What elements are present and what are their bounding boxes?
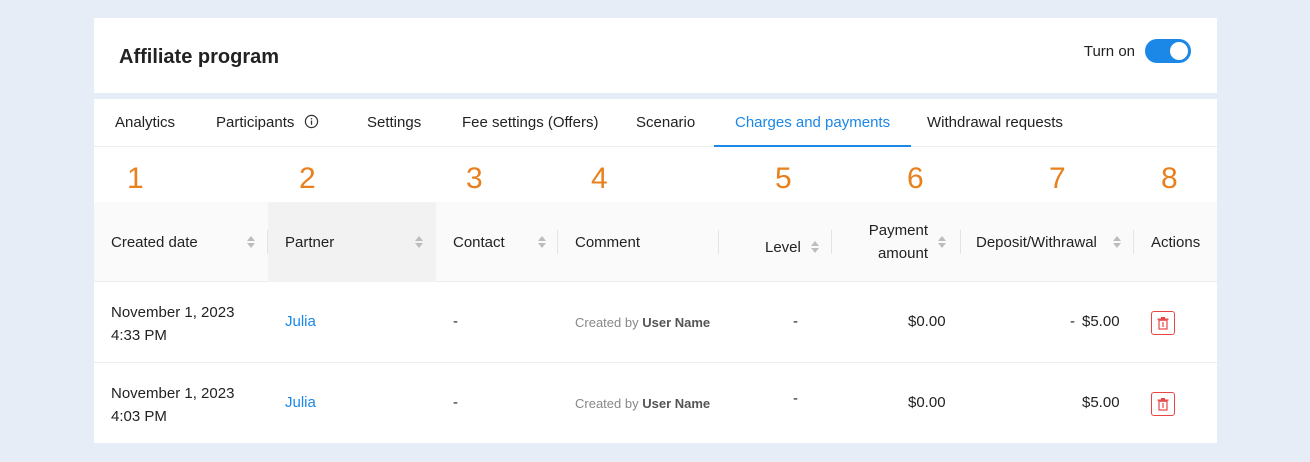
- tab-bar: Analytics Participants Settings Fee sett…: [94, 99, 1217, 147]
- column-partner-label: Partner: [285, 233, 335, 251]
- cell-payment-amount: $0.00: [908, 394, 946, 411]
- column-number-6: 6: [907, 162, 924, 195]
- tab-analytics[interactable]: Analytics: [94, 99, 196, 147]
- sort-contact-icon[interactable]: [538, 236, 546, 248]
- tab-withdrawal-requests[interactable]: Withdrawal requests: [906, 99, 1084, 147]
- toggle-knob: [1170, 42, 1188, 60]
- comment-prefix: Created by: [575, 396, 639, 411]
- table-header: Created date Partner Contact Comment Lev…: [94, 202, 1217, 282]
- column-contact[interactable]: Contact: [453, 202, 505, 282]
- sort-deposit-icon[interactable]: [1113, 236, 1121, 248]
- program-toggle[interactable]: [1145, 39, 1191, 63]
- tab-participants[interactable]: Participants: [195, 99, 340, 147]
- date-text: November 1, 2023: [111, 385, 235, 402]
- column-level-label: Level: [765, 238, 801, 256]
- column-number-2: 2: [299, 162, 316, 195]
- column-number-7: 7: [1049, 162, 1066, 195]
- comment-user: User Name: [642, 315, 711, 330]
- cell-contact: -: [453, 313, 458, 330]
- comment-prefix: Created by: [575, 315, 639, 330]
- tab-scenario[interactable]: Scenario: [615, 99, 716, 147]
- column-deposit-label: Deposit/Withrawal: [976, 233, 1097, 251]
- cell-payment-amount: $0.00: [908, 313, 946, 330]
- sort-partner-icon[interactable]: [415, 236, 423, 248]
- column-actions-label: Actions: [1151, 233, 1201, 251]
- cell-deposit-withdrawal: $5.00: [1082, 313, 1120, 330]
- column-actions: Actions: [1151, 202, 1200, 282]
- table-row: November 1, 2023 4:33 PM Julia - Created…: [94, 283, 1217, 363]
- cell-level: -: [793, 313, 798, 330]
- cell-deposit-withdrawal: $5.00: [1082, 394, 1120, 411]
- comment-user: User Name: [642, 396, 711, 411]
- sort-payment-icon[interactable]: [938, 236, 946, 248]
- cell-comment: Created by User Name: [575, 315, 710, 330]
- column-partner[interactable]: Partner: [268, 202, 436, 282]
- partner-link[interactable]: Julia: [285, 313, 316, 330]
- column-number-4: 4: [591, 162, 608, 195]
- column-payment-label-2: amount: [877, 245, 928, 262]
- partner-link[interactable]: Julia: [285, 394, 316, 411]
- tab-settings[interactable]: Settings: [346, 99, 442, 147]
- column-number-5: 5: [775, 162, 792, 195]
- cell-deposit-sign: -: [1070, 313, 1075, 330]
- column-comment-label: Comment: [575, 233, 641, 251]
- column-created-date[interactable]: Created date: [111, 202, 198, 282]
- cell-contact: -: [453, 394, 458, 411]
- header-card: Affiliate program Turn on: [94, 18, 1217, 93]
- toggle-label: Turn on: [1083, 42, 1135, 60]
- column-level[interactable]: Level: [765, 207, 801, 287]
- program-toggle-group: Turn on: [1084, 39, 1191, 63]
- date-text: November 1, 2023: [111, 304, 235, 321]
- page-title: Affiliate program: [119, 46, 280, 68]
- time-text: 4:03 PM: [111, 408, 167, 425]
- trash-icon: [1157, 398, 1169, 411]
- main-card: Analytics Participants Settings Fee sett…: [94, 99, 1217, 443]
- trash-icon: [1157, 317, 1169, 330]
- cell-comment: Created by User Name: [575, 396, 710, 411]
- time-text: 4:33 PM: [111, 327, 167, 344]
- sort-created-icon[interactable]: [247, 236, 255, 248]
- tab-fee-settings[interactable]: Fee settings (Offers): [441, 99, 619, 147]
- column-comment: Comment: [575, 202, 640, 282]
- sort-level-icon[interactable]: [811, 241, 819, 253]
- cell-created-date: November 1, 2023 4:33 PM: [111, 301, 234, 347]
- column-number-8: 8: [1161, 162, 1178, 195]
- column-contact-label: Contact: [453, 233, 505, 251]
- delete-button[interactable]: [1151, 392, 1175, 416]
- cell-level: -: [793, 390, 798, 407]
- table-row: November 1, 2023 4:03 PM Julia - Created…: [94, 364, 1217, 444]
- column-deposit-withdrawal[interactable]: Deposit/Withrawal: [976, 202, 1097, 282]
- column-payment-label-1: Payment: [868, 222, 928, 239]
- tab-charges-and-payments[interactable]: Charges and payments: [714, 99, 912, 147]
- column-number-1: 1: [127, 162, 144, 195]
- info-icon[interactable]: [304, 114, 319, 129]
- tab-participants-label: Participants: [216, 114, 295, 131]
- column-payment-amount[interactable]: Payment amount: [854, 202, 928, 282]
- column-created-date-label: Created date: [111, 233, 198, 251]
- delete-button[interactable]: [1151, 311, 1175, 335]
- column-number-3: 3: [466, 162, 483, 195]
- cell-created-date: November 1, 2023 4:03 PM: [111, 382, 234, 428]
